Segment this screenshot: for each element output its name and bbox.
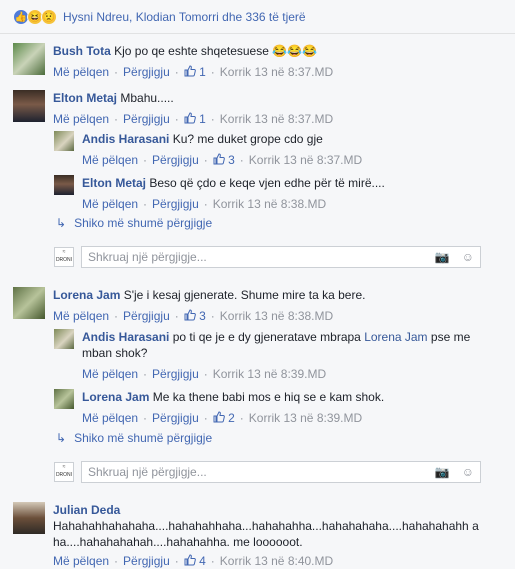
reply-composer: ≈ DRONI Shkruaj një përgjigje... 📷 ☺ [54,246,481,268]
avatar[interactable] [54,329,74,349]
comment: Elton Metaj Mbahu..... Më pëlqen · Përgjig… [13,90,333,127]
avatar[interactable] [54,131,74,151]
like-count[interactable]: 1 [184,112,206,126]
mention-link[interactable]: Lorena Jam [364,330,427,344]
avatar[interactable] [13,287,45,319]
reply-time[interactable]: Korrik 13 në 8:39.MD [249,411,362,425]
reply-arrow-icon: ↳ [56,216,67,230]
comment-author[interactable]: Elton Metaj [53,91,117,105]
comment-author[interactable]: Julian Deda [53,503,120,517]
emoji-icon[interactable]: ☺ [462,250,474,264]
comment-time[interactable]: Korrik 13 në 8:38.MD [220,309,333,323]
comment-meta: Më pëlqen · Përgjigju · 4 · Korrik 13 në 8:40… [53,554,334,568]
comment: Lorena Jam S'je i kesaj gjenerate. Shume… [13,287,365,324]
like-link[interactable]: Më pëlqen [82,153,138,167]
like-count[interactable]: 4 [184,554,206,568]
reactions-text[interactable]: Hysni Ndreu, Klodian Tomorri dhe 336 të … [63,10,306,24]
comment-text: Hahahahhahahaha....hahahahhaha...hahahah… [53,519,479,549]
reply-time[interactable]: Korrik 13 në 8:39.MD [213,367,326,381]
reaction-icons: 👍 😆 😟 [13,8,57,25]
like-link[interactable]: Më pëlqen [53,65,109,79]
comment-text: Kjo po qe eshte shqetesuese 😂😂😂 [114,44,318,58]
reply-text: Beso që çdo e keqe vjen edhe për të mirë… [149,176,385,190]
reply-author[interactable]: Andis Harasani [82,132,169,146]
reply-input[interactable]: Shkruaj një përgjigje... 📷 ☺ [81,246,481,268]
reply-link[interactable]: Përgjigju [152,367,199,381]
reply-time[interactable]: Korrik 13 në 8:37.MD [249,153,362,167]
like-count[interactable]: 3 [184,309,206,323]
comment-author[interactable]: Lorena Jam [53,288,120,302]
reply-input[interactable]: Shkruaj një përgjigje... 📷 ☺ [81,461,481,483]
camera-icon[interactable]: 📷 [435,250,450,264]
thumbs-up-icon [184,65,196,77]
like-link[interactable]: Më pëlqen [82,411,138,425]
sad-reaction-icon: 😟 [41,8,57,25]
avatar[interactable] [13,43,45,75]
reply-text: po ti qe je e dy gjeneratave mbrapa [172,330,361,344]
comment-time[interactable]: Korrik 13 në 8:37.MD [220,65,333,79]
avatar[interactable] [13,90,45,122]
reactions-bar[interactable]: 👍 😆 😟 Hysni Ndreu, Klodian Tomorri dhe 3… [0,0,515,34]
see-more-replies-link[interactable]: ↳ Shiko më shumë përgjigje [56,216,212,230]
reply-link[interactable]: Përgjigju [152,153,199,167]
reply-time[interactable]: Korrik 13 në 8:38.MD [213,197,326,211]
reply-link[interactable]: Përgjigju [123,112,170,126]
reply-link[interactable]: Përgjigju [123,309,170,323]
reply-meta: Më pëlqen · Përgjigju · 3 · Korrik 13 në 8:37… [82,153,363,167]
comment-time[interactable]: Korrik 13 në 8:37.MD [220,112,333,126]
like-count[interactable]: 2 [213,411,235,425]
reply-author[interactable]: Elton Metaj [82,176,146,190]
thumbs-up-icon [184,112,196,124]
like-link[interactable]: Më pëlqen [53,309,109,323]
thumbs-up-icon [184,309,196,321]
reply: Andis Harasani Ku? me duket grope cdo gj… [54,131,362,168]
emoji-icon[interactable]: ☺ [462,465,474,479]
reply: Andis Harasani po ti qe je e dy gjenerat… [54,329,482,382]
comment-text: Mbahu..... [120,91,174,105]
like-link[interactable]: Më pëlqen [82,197,138,211]
reply-link[interactable]: Përgjigju [123,65,170,79]
reply-text: Ku? me duket grope cdo gje [172,132,323,146]
comment-meta: Më pëlqen · Përgjigju · 1 · Korrik 13 në 8:37… [53,112,334,126]
avatar[interactable] [13,502,45,534]
reply-arrow-icon: ↳ [56,431,67,445]
thumbs-up-icon [213,153,225,165]
see-more-replies-link[interactable]: ↳ Shiko më shumë përgjigje [56,431,212,445]
avatar[interactable] [54,389,74,409]
reply-author[interactable]: Lorena Jam [82,390,149,404]
reply-author[interactable]: Andis Harasani [82,330,169,344]
reply-link[interactable]: Përgjigju [152,411,199,425]
like-link[interactable]: Më pëlqen [53,554,109,568]
comment-text: S'je i kesaj gjenerate. Shume mire ta ka… [123,288,366,302]
reply-meta: Më pëlqen · Përgjigju · 2 · Korrik 13 në 8:39… [82,411,363,425]
camera-icon[interactable]: 📷 [435,465,450,479]
reply-text: Me ka thene babi mos e hiq se e kam shok… [152,390,385,404]
reply: Lorena Jam Me ka thene babi mos e hiq se… [54,389,384,426]
reply-meta: Më pëlqen · Përgjigju · Korrik 13 në 8:39.MD [82,367,327,381]
comment-author[interactable]: Bush Tota [53,44,111,58]
like-count[interactable]: 3 [213,153,235,167]
comment-meta: Më pëlqen · Përgjigju · 1 · Korrik 13 në 8:37… [53,65,334,79]
reply-link[interactable]: Përgjigju [123,554,170,568]
like-count[interactable]: 1 [184,65,206,79]
like-link[interactable]: Më pëlqen [53,112,109,126]
reply-link[interactable]: Përgjigju [152,197,199,211]
thumbs-up-icon [213,411,225,423]
page-logo: ≈ DRONI [54,247,74,267]
comment-meta: Më pëlqen · Përgjigju · 3 · Korrik 13 në 8:38… [53,309,334,323]
reply-meta: Më pëlqen · Përgjigju · Korrik 13 në 8:38.MD [82,197,327,211]
page-logo: ≈ DRONI [54,462,74,482]
reply: Elton Metaj Beso që çdo e keqe vjen edhe… [54,175,385,212]
comment: Bush Tota Kjo po qe eshte shqetesuese 😂😂… [13,43,333,80]
like-link[interactable]: Më pëlqen [82,367,138,381]
reply-composer: ≈ DRONI Shkruaj një përgjigje... 📷 ☺ [54,461,481,483]
thumbs-up-icon [184,554,196,566]
avatar[interactable] [54,175,74,195]
comment-time[interactable]: Korrik 13 në 8:40.MD [220,554,333,568]
comment: Julian Deda Hahahahhahahaha....hahahahha… [13,502,483,569]
